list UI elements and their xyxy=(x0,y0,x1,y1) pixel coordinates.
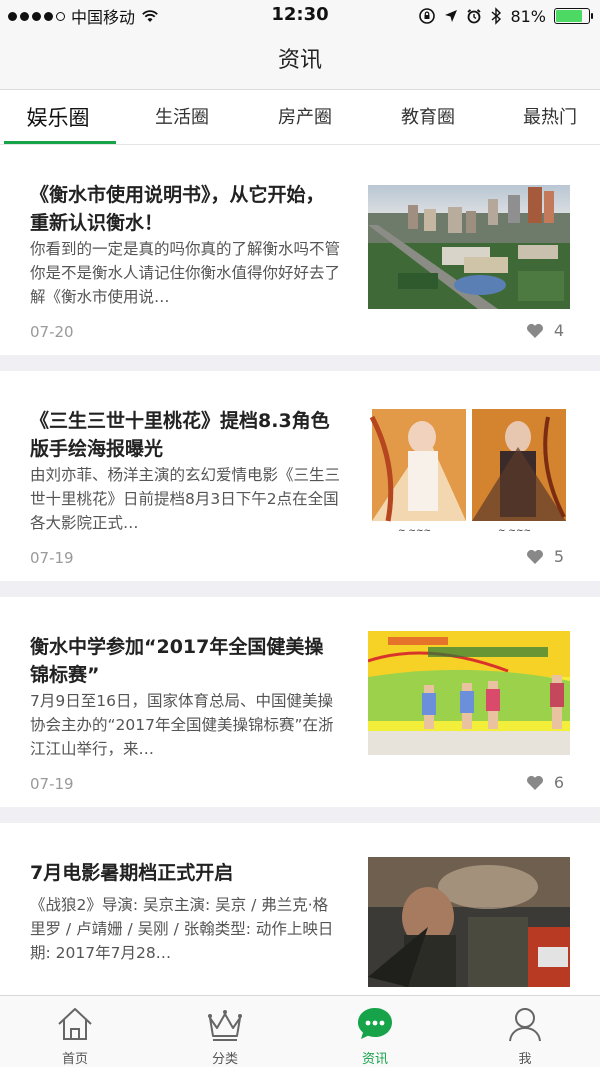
crown-icon xyxy=(208,1010,242,1041)
article-card[interactable]: 《三生三世十里桃花》提档8.3角色版手绘海报曝光 由刘亦菲、杨洋主演的玄幻爱情电… xyxy=(0,371,600,581)
tab-life[interactable]: 生活圈 xyxy=(124,91,240,145)
tab-education[interactable]: 教育圈 xyxy=(370,91,486,145)
tab-bar-news[interactable]: 资讯 xyxy=(300,996,450,1067)
like-count: 4 xyxy=(553,321,564,340)
status-bar: 中国移动 12:30 81% xyxy=(0,0,600,32)
article-date: 07-19 xyxy=(30,549,74,567)
svg-text:~ ~~~: ~ ~~~ xyxy=(498,526,531,536)
tab-bar-label: 资讯 xyxy=(361,1052,388,1067)
battery-percent: 81% xyxy=(510,6,546,26)
movie-posters-photo[interactable]: ~ ~~~ ~ ~~~ xyxy=(368,407,570,539)
article-card[interactable]: 7月电影暑期档正式开启 《战狼2》导演: 吴京主演: 吴京 / 弗兰克·格里罗 … xyxy=(0,823,600,995)
article-date: 07-20 xyxy=(30,323,74,341)
heart-icon xyxy=(526,323,543,338)
tab-bar-label: 我 xyxy=(518,1052,532,1067)
tab-hottest[interactable]: 最热门 xyxy=(492,91,600,145)
article-summary: 你看到的一定是真的吗你真的了解衡水吗不管你是不是衡水人请记住你衡水值得你好好去了… xyxy=(30,240,340,306)
tab-bar-label: 分类 xyxy=(211,1052,238,1067)
article-feed[interactable]: 《衡水市使用说明书》，从它开始，重新认识衡水！ 你看到的一定是真的吗你真的了解衡… xyxy=(0,145,600,995)
bluetooth-icon xyxy=(491,7,502,25)
bottom-tab-bar: 首页 分类 资讯 我 xyxy=(0,995,600,1067)
person-icon xyxy=(509,1008,541,1042)
article-date: 07-19 xyxy=(30,775,74,793)
article-title[interactable]: 衡水中学参加“2017年全国健美操锦标赛” xyxy=(30,633,340,689)
alarm-icon xyxy=(467,9,482,24)
battery-icon xyxy=(554,8,593,24)
article-title[interactable]: 7月电影暑期档正式开启 xyxy=(30,859,340,887)
home-icon xyxy=(58,1008,92,1040)
article-card[interactable]: 《衡水市使用说明书》，从它开始，重新认识衡水！ 你看到的一定是真的吗你真的了解衡… xyxy=(0,145,600,355)
article-title[interactable]: 《衡水市使用说明书》，从它开始，重新认识衡水！ xyxy=(30,181,340,237)
aerobics-competition-photo[interactable] xyxy=(368,631,570,755)
heart-icon xyxy=(526,549,543,564)
article-summary: 《战狼2》导演: 吴京主演: 吴京 / 弗兰克·格里罗 / 卢靖姗 / 吴刚 /… xyxy=(30,896,334,962)
article-title[interactable]: 《三生三世十里桃花》提档8.3角色版手绘海报曝光 xyxy=(30,407,340,463)
like-counter[interactable]: 5 xyxy=(526,547,564,566)
tab-bar-me[interactable]: 我 xyxy=(450,996,600,1067)
battery-level-fill xyxy=(556,10,582,22)
chat-bubble-icon xyxy=(358,1008,392,1039)
rotation-lock-icon xyxy=(419,8,436,24)
like-counter[interactable]: 4 xyxy=(526,321,564,340)
like-count: 6 xyxy=(553,773,564,792)
tab-bar-label: 首页 xyxy=(61,1052,88,1067)
active-tab-indicator xyxy=(4,141,116,144)
page-title: 资讯 xyxy=(277,48,322,73)
tab-bar-category[interactable]: 分类 xyxy=(150,996,300,1067)
like-count: 5 xyxy=(553,547,564,566)
article-summary: 由刘亦菲、杨洋主演的玄幻爱情电影《三生三世十里桃花》日前提档8月3日下午2点在全… xyxy=(30,466,340,532)
tab-real-estate[interactable]: 房产圈 xyxy=(247,91,363,145)
status-right: 81% xyxy=(418,5,593,27)
tab-entertainment[interactable]: 娱乐圈 xyxy=(0,91,116,145)
war-movie-poster-photo[interactable] xyxy=(368,857,570,987)
article-summary: 7月9日至16日，国家体育总局、中国健美操协会主办的“2017年全国健美操锦标赛… xyxy=(30,692,334,758)
category-tabs: 娱乐圈 生活圈 房产圈 教育圈 最热门 xyxy=(0,91,600,145)
like-counter[interactable]: 6 xyxy=(526,773,564,792)
location-icon xyxy=(445,10,458,22)
svg-text:~ ~~~: ~ ~~~ xyxy=(398,526,431,536)
heart-icon xyxy=(526,775,543,790)
article-card[interactable]: 衡水中学参加“2017年全国健美操锦标赛” 7月9日至16日，国家体育总局、中国… xyxy=(0,597,600,807)
tab-bar-home[interactable]: 首页 xyxy=(0,996,150,1067)
navigation-bar: 资讯 xyxy=(0,32,600,90)
city-aerial-photo[interactable] xyxy=(368,185,570,309)
